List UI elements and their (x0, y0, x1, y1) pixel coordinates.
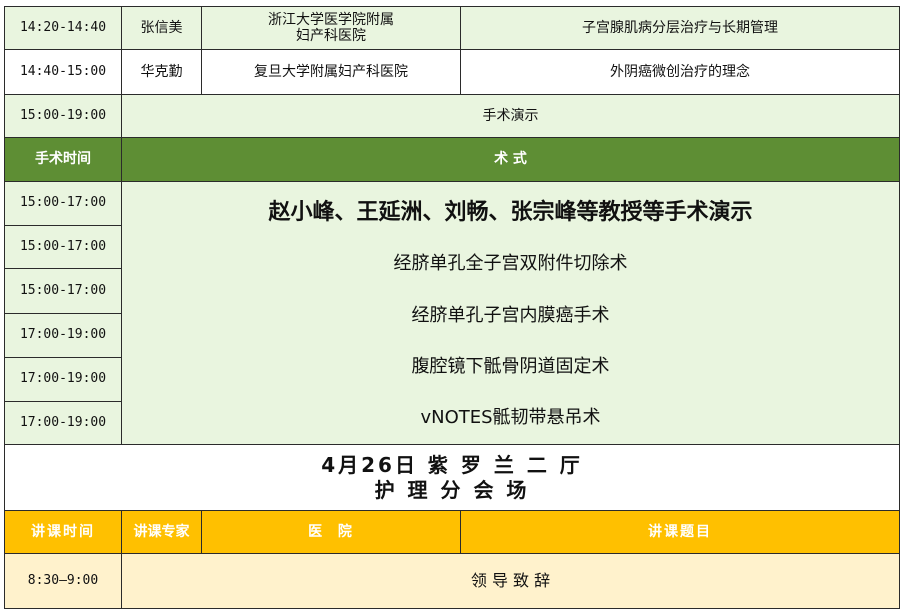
surgery-list-cell: 赵小峰、王延洲、刘畅、张宗峰等教授等手术演示 经脐单孔全子宫双附件切除术 经脐单… (121, 181, 900, 445)
lecture-hospital-header: 医 院 (201, 510, 461, 554)
demo-label: 手术演示 (121, 94, 900, 138)
surgery-time-cell: 15:00-17:00 (4, 225, 122, 269)
venue-session: 护 理 分 会 场 (374, 477, 530, 502)
surgery-line: 经脐单孔全子宫双附件切除术 (393, 253, 628, 274)
lecture-time-cell: 8:30—9:00 (4, 553, 122, 609)
lecture-content-cell: 领 导 致 辞 (121, 553, 900, 609)
surgery-time-cell: 17:00-19:00 (4, 313, 122, 358)
topic-cell: 子宫腺肌病分层治疗与长期管理 (460, 6, 900, 50)
agenda-table: 14:20-14:40 张信美 浙江大学医学院附属 妇产科医院 子宫腺肌病分层治… (0, 0, 900, 609)
time-cell: 15:00-19:00 (4, 94, 122, 138)
speaker-cell: 华克勤 (121, 49, 202, 95)
hospital-cell: 复旦大学附属妇产科医院 (201, 49, 461, 95)
surgery-time-cell: 15:00-17:00 (4, 268, 122, 314)
lecture-topic-header: 讲课题目 (460, 510, 900, 554)
lecture-expert-header: 讲课专家 (121, 510, 202, 554)
surgery-time-header: 手术时间 (4, 137, 122, 182)
venue-header: 4月26日 紫 罗 兰 二 厅 护 理 分 会 场 (4, 444, 900, 511)
surgery-line: 赵小峰、王延洲、刘畅、张宗峰等教授等手术演示 (268, 200, 753, 225)
surgery-time-cell: 17:00-19:00 (4, 357, 122, 402)
surgery-time-cell: 17:00-19:00 (4, 401, 122, 445)
venue-date-hall: 4月26日 紫 罗 兰 二 厅 (321, 452, 583, 477)
time-cell: 14:20-14:40 (4, 6, 122, 50)
surgery-line: vNOTES骶韧带悬吊术 (420, 407, 601, 428)
surgery-type-header: 术 式 (121, 137, 900, 182)
surgery-line: 经脐单孔子宫内膜癌手术 (411, 305, 610, 326)
hospital-cell: 浙江大学医学院附属 妇产科医院 (201, 6, 461, 50)
speaker-cell: 张信美 (121, 6, 202, 50)
time-cell: 14:40-15:00 (4, 49, 122, 95)
topic-cell: 外阴癌微创治疗的理念 (460, 49, 900, 95)
surgery-time-cell: 15:00-17:00 (4, 181, 122, 226)
lecture-time-header: 讲课时间 (4, 510, 122, 554)
surgery-line: 腹腔镜下骶骨阴道固定术 (411, 356, 610, 377)
